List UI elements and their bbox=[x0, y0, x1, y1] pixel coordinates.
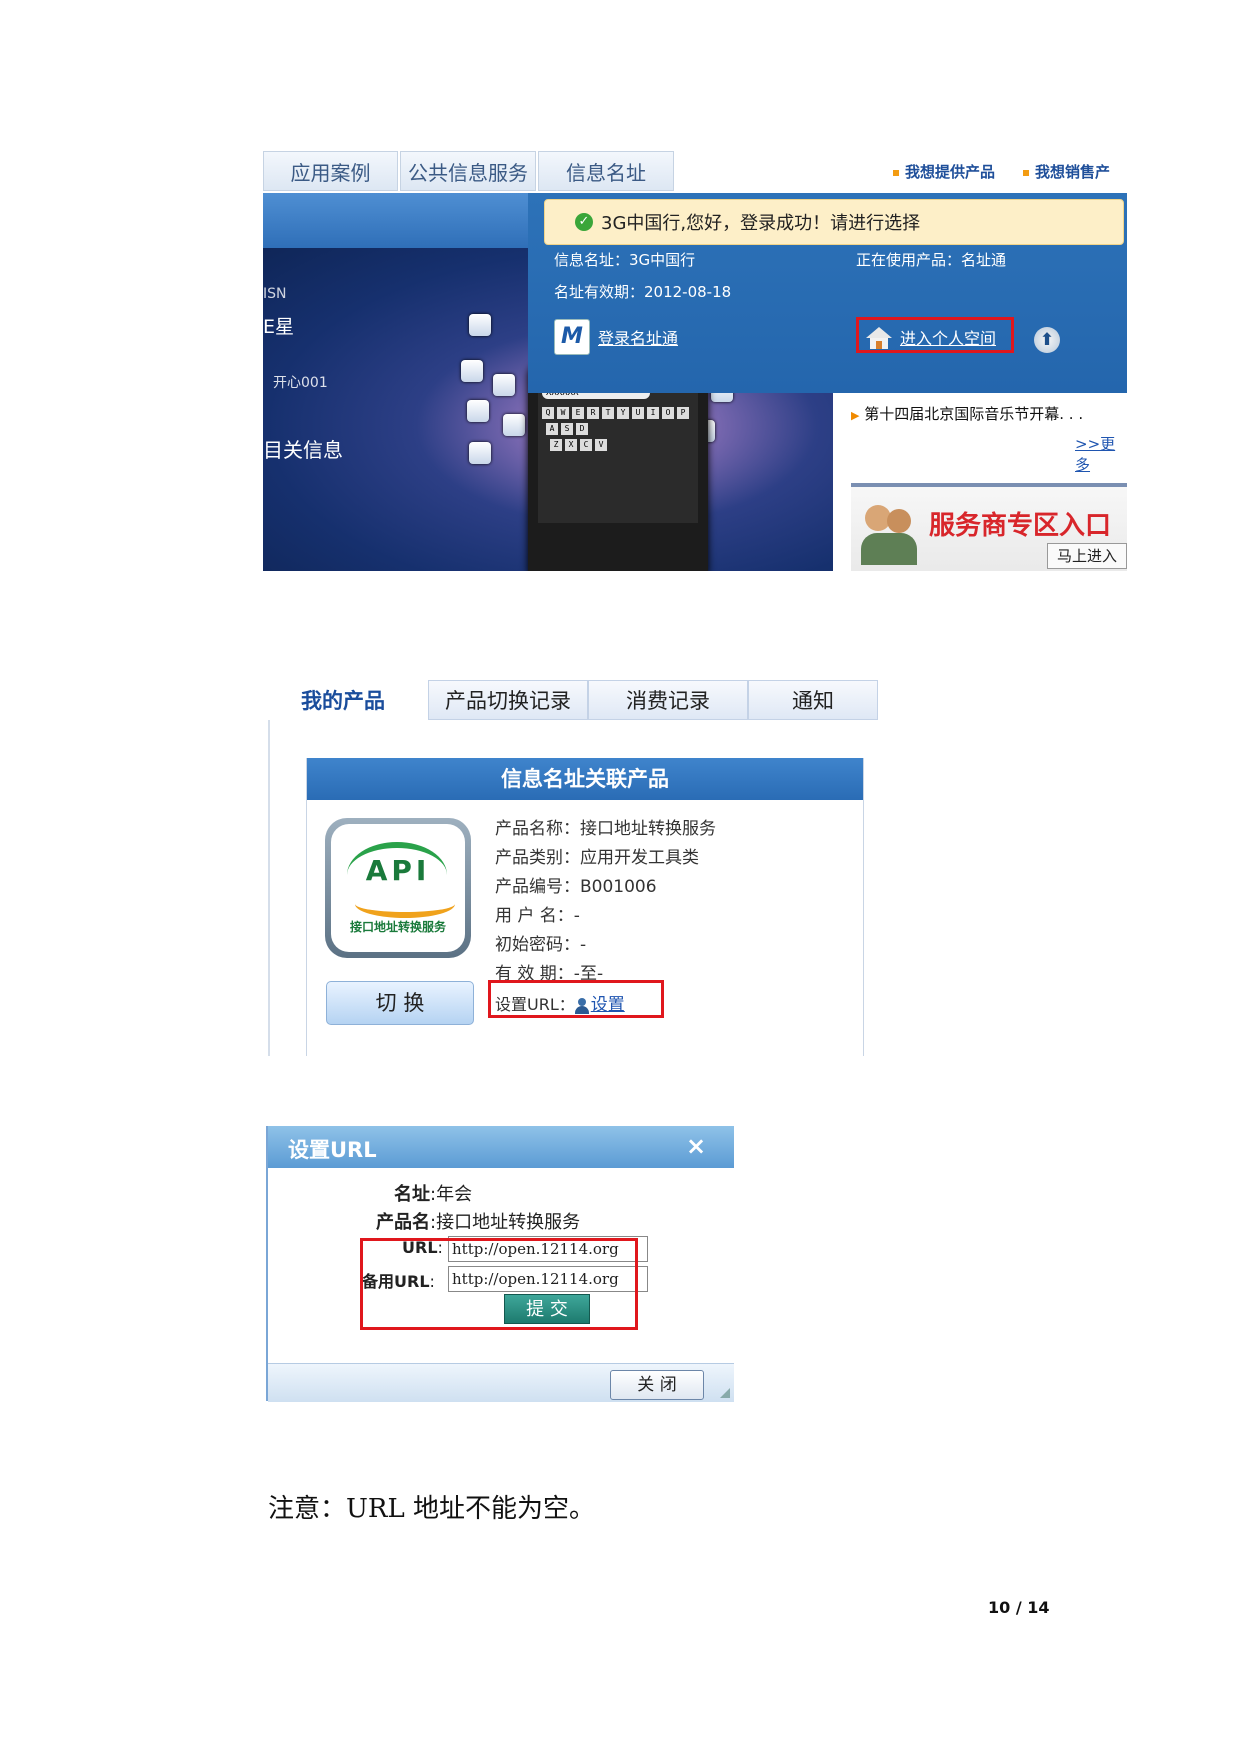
phone-key: V bbox=[595, 439, 607, 451]
product-row: 产品名:接口地址转换服务 bbox=[376, 1212, 581, 1233]
phone-key: A bbox=[546, 423, 558, 435]
orange-bullet-icon bbox=[893, 169, 899, 176]
app-icon bbox=[469, 314, 491, 336]
enter-now-button[interactable]: 马上进入 bbox=[1047, 543, 1127, 569]
news-item-text: 第十四届北京国际音乐节开幕. . . bbox=[864, 405, 1084, 423]
highlight-box bbox=[856, 317, 1014, 353]
product-category: 产品类别：应用开发工具类 bbox=[495, 848, 699, 868]
info-address-name: 信息名址：3G中国行 bbox=[554, 251, 696, 269]
service-provider-banner[interactable]: 服务商专区入口 马上进入 bbox=[851, 483, 1127, 571]
set-url-dialog: 设置URL × 名址:年会 产品名:接口地址转换服务 URL: 备用URL: 提… bbox=[266, 1126, 734, 1402]
people-icon bbox=[887, 509, 911, 533]
top-link-provide-label: 我想提供产品 bbox=[905, 163, 996, 181]
phone-key: T bbox=[602, 407, 614, 419]
arrow-right-icon: ▶ bbox=[851, 409, 860, 422]
phone-key: O bbox=[662, 407, 674, 419]
banner-text-brand: E星 bbox=[263, 316, 295, 338]
name-row: 名址:年会 bbox=[394, 1184, 473, 1205]
phone-key: Y bbox=[617, 407, 629, 419]
header-bar bbox=[263, 193, 531, 248]
divider bbox=[268, 720, 270, 1056]
login-success-popup: ✓ 3G中国行,您好，登录成功！请进行选择 信息名址：3G中国行 正在使用产品：… bbox=[528, 193, 1127, 393]
top-link-provide[interactable]: 我想提供产品 bbox=[893, 161, 995, 182]
app-icon bbox=[461, 360, 483, 382]
resize-grip-icon[interactable] bbox=[720, 1388, 730, 1398]
website-screenshot: 应用案例 公共信息服务 信息名址 我想提供产品 我想销售产 ISN E星 开心0… bbox=[263, 151, 1127, 571]
nav-tab-cases[interactable]: 应用案例 bbox=[263, 151, 398, 191]
username: 用 户 名：- bbox=[495, 906, 580, 926]
banner-text-isn: ISN bbox=[263, 286, 287, 302]
top-link-sell-label: 我想销售产 bbox=[1035, 163, 1111, 181]
mingzhitong-logo-icon: M bbox=[554, 319, 590, 355]
banner-text-info: 目关信息 bbox=[263, 438, 343, 462]
phone-key: D bbox=[576, 423, 588, 435]
tab-product-switch-log[interactable]: 产品切换记录 bbox=[428, 680, 588, 720]
login-success-message: ✓ 3G中国行,您好，登录成功！请进行选择 bbox=[544, 199, 1124, 245]
service-provider-title: 服务商专区入口 bbox=[929, 511, 1112, 541]
my-products-screenshot: 我的产品 产品切换记录 消费记录 通知 信息名址关联产品 API 接口地址转换服… bbox=[268, 668, 878, 1056]
nav-tab-info-address[interactable]: 信息名址 bbox=[538, 151, 674, 191]
dialog-footer: 关 闭 bbox=[268, 1363, 734, 1402]
highlight-box bbox=[488, 980, 664, 1018]
product-label: 产品名 bbox=[376, 1212, 430, 1233]
phone-screen: XXXXXX QWERTYUIOPASDZXCV bbox=[538, 383, 698, 523]
name-label: 名址 bbox=[394, 1184, 430, 1205]
app-icon bbox=[503, 414, 525, 436]
phone-key: R bbox=[587, 407, 599, 419]
close-button[interactable]: 关 闭 bbox=[610, 1370, 704, 1400]
close-icon[interactable]: × bbox=[686, 1132, 706, 1160]
news-item[interactable]: ▶ 第十四届北京国际音乐节开幕. . . bbox=[851, 403, 1083, 424]
sidebar-news: ▶ 第十四届北京国际音乐节开幕. . . >>更多 服务商专区入口 马上进入 bbox=[843, 393, 1127, 571]
app-icon bbox=[493, 374, 515, 396]
api-logo-subtitle: 接口地址转换服务 bbox=[349, 920, 446, 934]
top-link-sell[interactable]: 我想销售产 bbox=[1023, 161, 1110, 182]
orange-bullet-icon bbox=[1023, 169, 1029, 176]
highlight-box bbox=[360, 1238, 638, 1330]
phone-key: S bbox=[561, 423, 573, 435]
product-code: 产品编号：B001006 bbox=[495, 877, 657, 897]
scroll-up-icon[interactable]: ⬆ bbox=[1034, 327, 1060, 353]
product-name: 产品名称：接口地址转换服务 bbox=[495, 819, 716, 839]
related-products-panel: 信息名址关联产品 API 接口地址转换服务 产品名称：接口地址转换服务 产品类别… bbox=[306, 758, 864, 1056]
phone-key: U bbox=[632, 407, 644, 419]
login-mingzhitong-link[interactable]: 登录名址通 bbox=[598, 325, 678, 349]
tab-my-products[interactable]: 我的产品 bbox=[268, 680, 418, 720]
api-product-logo: API 接口地址转换服务 bbox=[325, 818, 471, 958]
panel-title: 信息名址关联产品 bbox=[307, 758, 863, 800]
page-number: 10 / 14 bbox=[988, 1598, 1050, 1617]
phone-key: E bbox=[572, 407, 584, 419]
phone-key: Z bbox=[550, 439, 562, 451]
dialog-title: 设置URL bbox=[288, 1138, 377, 1162]
note-text: 注意：URL 地址不能为空。 bbox=[268, 1494, 596, 1524]
app-icon bbox=[467, 400, 489, 422]
check-circle-icon: ✓ bbox=[575, 213, 593, 231]
current-product: 正在使用产品：名址通 bbox=[856, 251, 1007, 269]
phone-image: XXXXXX QWERTYUIOPASDZXCV bbox=[528, 363, 708, 571]
nav-tab-public-info[interactable]: 公共信息服务 bbox=[400, 151, 536, 191]
phone-key: X bbox=[565, 439, 577, 451]
more-news-link[interactable]: >>更多 bbox=[1075, 433, 1127, 475]
phone-key: P bbox=[677, 407, 689, 419]
address-expiry: 名址有效期：2012-08-18 bbox=[554, 283, 732, 301]
phone-key: W bbox=[557, 407, 569, 419]
product-value: 接口地址转换服务 bbox=[436, 1212, 581, 1233]
tab-consumption-log[interactable]: 消费记录 bbox=[588, 680, 748, 720]
phone-key: Q bbox=[542, 407, 554, 419]
login-success-text: 3G中国行,您好，登录成功！请进行选择 bbox=[601, 213, 921, 234]
phone-key: I bbox=[647, 407, 659, 419]
phone-key: C bbox=[580, 439, 592, 451]
banner-text-kaixin: 开心001 bbox=[273, 375, 328, 391]
people-body-icon bbox=[861, 533, 917, 565]
api-logo-text: API bbox=[365, 854, 431, 887]
initial-password: 初始密码：- bbox=[495, 935, 587, 955]
tab-notifications[interactable]: 通知 bbox=[748, 680, 878, 720]
name-value: 年会 bbox=[436, 1184, 473, 1205]
dialog-header: 设置URL × bbox=[268, 1126, 734, 1168]
switch-button[interactable]: 切 换 bbox=[326, 981, 474, 1025]
app-icon bbox=[469, 442, 491, 464]
